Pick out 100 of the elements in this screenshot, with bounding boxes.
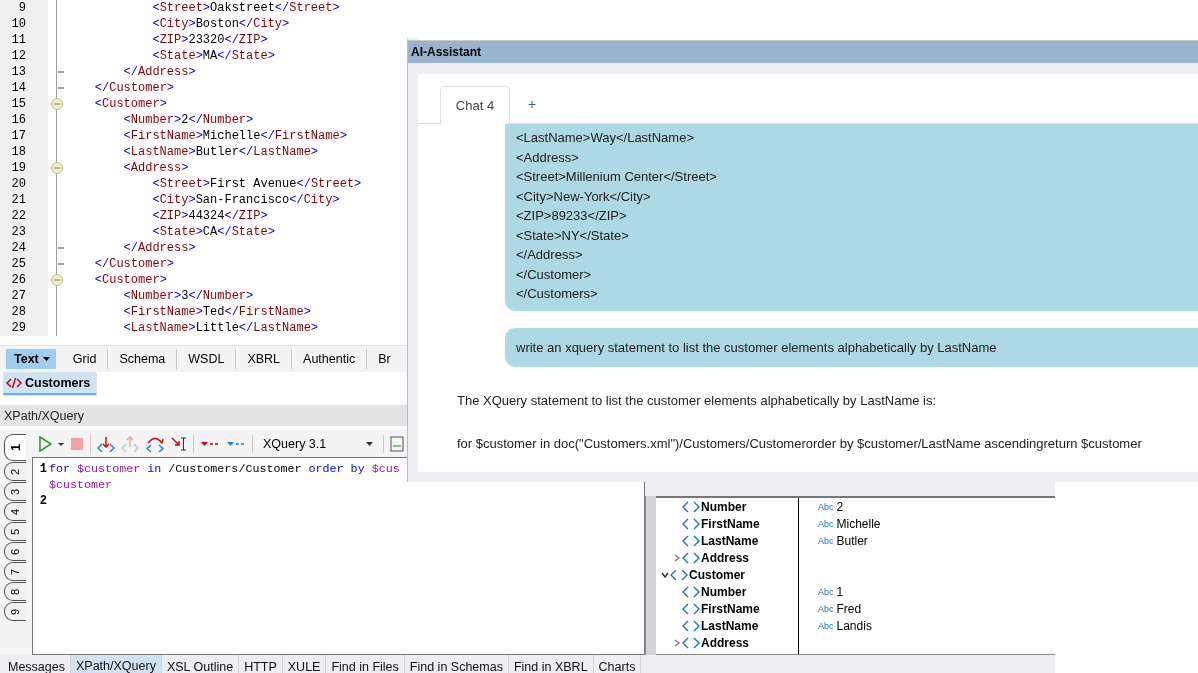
element-name[interactable]: Customer [689,567,745,582]
line-number: 17 [0,128,48,144]
code-line: <State>MA</State> [151,48,275,64]
message-text: </Customers> [516,285,599,303]
code-line: <FirstName>Ted</FirstName> [122,304,311,320]
view-tab[interactable]: Authentic [292,349,368,369]
panel-tab[interactable]: Find in Schemas [404,655,509,673]
code-line: </Customer> [93,80,175,96]
panel-tab[interactable]: XPath/XQuery [71,655,162,673]
code-line: for $customer in /Customers/Customer order by $cus [49,462,400,476]
query-tab[interactable]: 2 [4,462,26,481]
message-text: <Street>Millenium Center</Street> [516,168,718,186]
panel-tab[interactable]: Find in Files [326,655,405,673]
query-tab[interactable]: 4 [4,502,26,521]
code-line: <Address> [122,160,189,176]
code-line: <FirstName>Michelle</FirstName> [122,128,347,144]
line-number: 16 [0,112,48,128]
response-text: The XQuery statement to list the customer elements alphabetically by LastName is: [457,392,938,410]
code-line: <City>Boston</City> [151,16,290,32]
document-tab[interactable]: Customers [3,372,97,395]
view-tab[interactable]: Schema [108,349,178,369]
line-number: 2 [38,494,48,508]
code-line: <City>San-Francisco</City> [151,192,340,208]
type-label: Abc [818,501,834,512]
code-line: </Customer> [93,256,175,272]
element-value: 1 [836,584,844,599]
panel-tab[interactable]: XULE [282,655,327,673]
message-text: <ZIP>89233</ZIP> [516,207,628,225]
panel-tab[interactable]: Find in XBRL [508,655,594,673]
window-title: AI-Assistant [411,45,481,59]
element-name[interactable]: Address [701,550,750,565]
panel-tab[interactable]: XSL Outline [161,655,240,673]
element-name[interactable]: FirstName [701,601,760,616]
line-number: 24 [0,240,48,256]
code-line: </Address> [122,240,196,256]
query-editor[interactable]: 1 for $customer in /Customers/Customer order by $cus $customer 2 [32,457,645,655]
code-line: <LastName>Little</LastName> [122,320,319,336]
line-number: 18 [0,144,48,160]
message-text: </Customer> [516,265,593,284]
view-tab[interactable]: XBRL [236,349,293,369]
panel-tab[interactable]: Charts [593,655,642,673]
query-tab[interactable]: 1 [4,434,26,461]
panel-tab[interactable]: HTTP [239,655,283,673]
line-number: 14 [0,80,48,96]
element-name[interactable]: Address [701,635,750,650]
code-line: <LastName>Butler</LastName> [122,144,319,160]
view-tab[interactable]: Br [367,349,391,369]
language-dropdown[interactable]: XQuery 3.1 [259,433,377,454]
line-number: 9 [0,0,48,16]
query-tab[interactable]: 8 [4,582,26,601]
line-number: 10 [0,16,48,32]
line-number: 20 [0,176,48,192]
type-label: Abc [818,535,834,546]
message-text: </Address> [516,246,584,264]
element-value: Michelle [836,516,881,531]
line-number: 26 [0,272,48,288]
panel-title: XPath/XQuery [4,408,84,423]
element-name[interactable]: FirstName [701,516,760,531]
view-tab[interactable]: Text [6,349,56,369]
view-tab[interactable]: Grid [61,349,109,369]
view-tab[interactable]: WSDL [177,349,237,369]
element-name[interactable]: LastName [701,618,759,633]
message-text: <State>NY</State> [516,226,630,245]
line-number: 27 [0,288,48,304]
element-name[interactable]: Number [701,584,747,599]
query-tab[interactable]: 7 [4,562,26,581]
line-number: 11 [0,32,48,48]
code-line: <Street>First Avenue</Street> [151,176,362,192]
response-text: for $customer in doc("Customers.xml")/Customers/Customerorder by $customer/LastName ascendingreturn $customer [457,435,1143,453]
new-tab-button[interactable]: + [510,85,554,123]
type-label: Abc [818,620,834,631]
line-number: 1 [38,462,48,476]
query-tab[interactable]: 9 [4,602,26,621]
line-number: 15 [0,96,48,112]
line-number: 12 [0,48,48,64]
code-line: <Number>3</Number> [122,288,254,304]
query-tab[interactable]: 5 [4,522,26,541]
line-number: 22 [0,208,48,224]
message-text: write an xquery statement to list the customer elements alphabetically by LastName [516,338,998,357]
panel-tab[interactable]: Messages [3,655,71,673]
type-label: Abc [818,518,834,529]
line-number: 25 [0,256,48,272]
element-value: 2 [836,499,844,514]
code-line: </Address> [122,64,196,80]
line-number: 29 [0,320,48,336]
message-text: <Address> [516,148,580,167]
code-line: <Number>2</Number> [122,112,254,128]
query-tab[interactable]: 3 [4,482,26,501]
query-tab[interactable]: 6 [4,542,26,561]
line-number: 19 [0,160,48,176]
chat-tab[interactable]: Chat 4 [440,86,510,124]
type-label: Abc [818,603,834,614]
line-number: 23 [0,224,48,240]
line-number: 28 [0,304,48,320]
line-number: 13 [0,64,48,80]
element-name[interactable]: LastName [701,533,759,548]
code-line: <ZIP>23320</ZIP> [151,32,268,48]
code-line: <Street>Oakstreet</Street> [151,0,340,16]
code-line: <Customer> [93,272,167,288]
element-name[interactable]: Number [701,499,747,514]
